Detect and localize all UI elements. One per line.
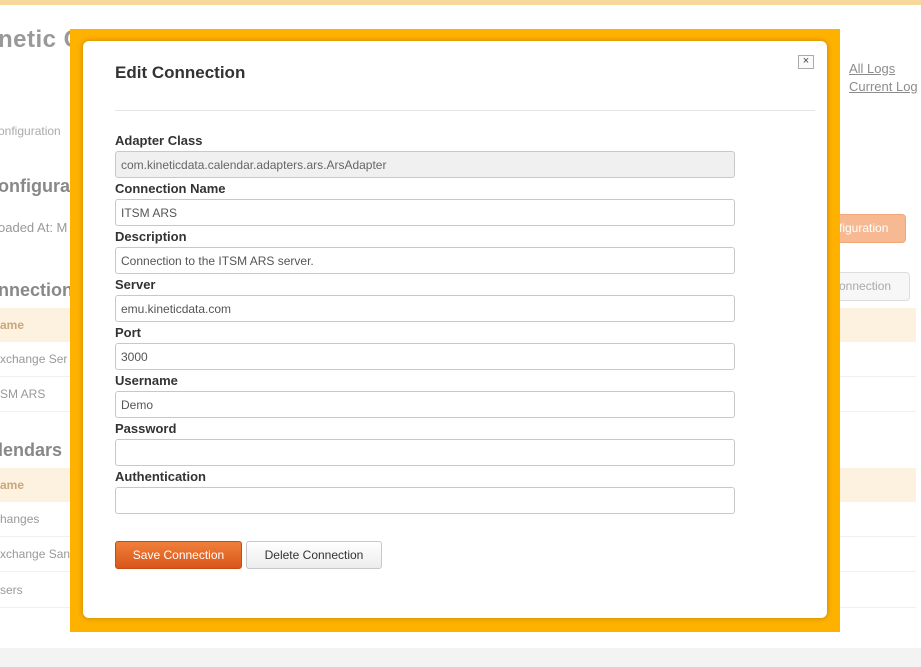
username-field[interactable] xyxy=(115,391,735,418)
authentication-field[interactable] xyxy=(115,487,735,514)
server-field[interactable] xyxy=(115,295,735,322)
all-logs-link[interactable]: All Logs xyxy=(849,60,918,78)
top-links: All Logs Current Log xyxy=(849,60,918,96)
adapter-class-label: Adapter Class xyxy=(115,133,203,148)
breadcrumb: onfiguration xyxy=(0,124,61,138)
server-label: Server xyxy=(115,277,156,292)
password-label: Password xyxy=(115,421,177,436)
save-connection-button[interactable]: Save Connection xyxy=(115,541,242,569)
edit-connection-modal: Edit Connection × Adapter Class Connecti… xyxy=(83,41,827,618)
password-field[interactable] xyxy=(115,439,735,466)
username-label: Username xyxy=(115,373,178,388)
modal-divider xyxy=(115,110,815,111)
connections-title: nnection xyxy=(0,280,73,300)
modal-title: Edit Connection xyxy=(115,63,246,82)
port-label: Port xyxy=(115,325,141,340)
port-field[interactable] xyxy=(115,343,735,370)
bottom-bar xyxy=(0,648,921,667)
delete-connection-button[interactable]: Delete Connection xyxy=(246,541,382,569)
loaded-at-text: oaded At: M xyxy=(0,220,68,235)
adapter-class-field[interactable] xyxy=(115,151,735,178)
calendars-title: lendars xyxy=(0,440,63,460)
current-log-link[interactable]: Current Log xyxy=(849,78,918,96)
close-icon[interactable]: × xyxy=(798,55,814,69)
connection-name-field[interactable] xyxy=(115,199,735,226)
description-label: Description xyxy=(115,229,187,244)
description-field[interactable] xyxy=(115,247,735,274)
configuration-title: onfigurati xyxy=(0,176,81,196)
connection-name-label: Connection Name xyxy=(115,181,226,196)
authentication-label: Authentication xyxy=(115,469,206,484)
